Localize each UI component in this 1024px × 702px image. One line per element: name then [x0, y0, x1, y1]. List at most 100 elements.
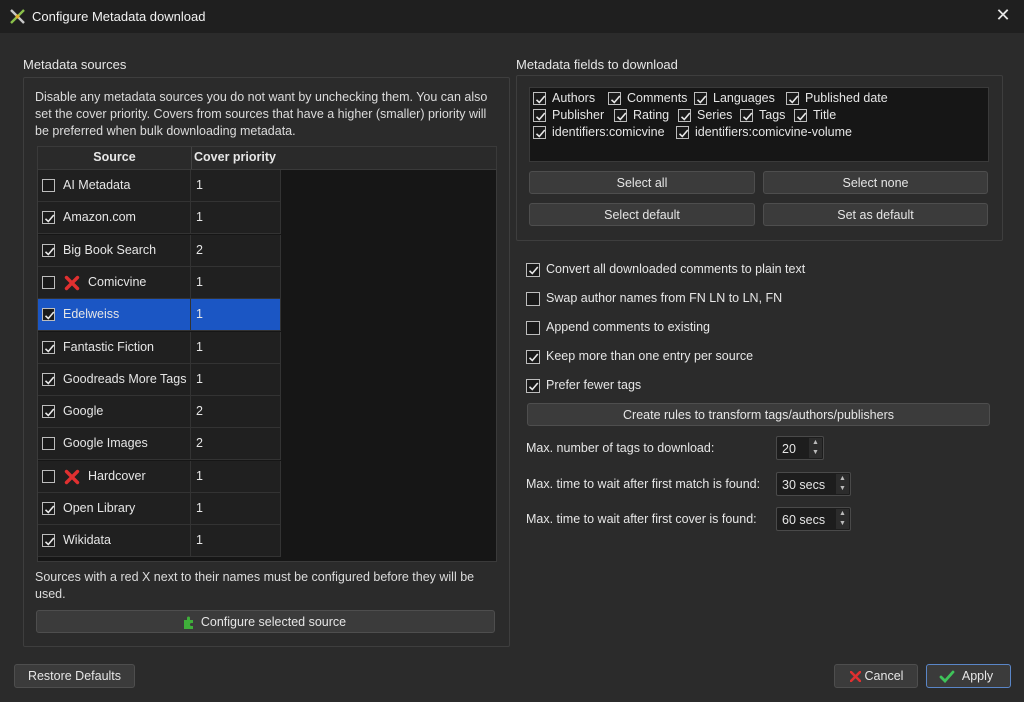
table-row[interactable]: Hardcover 1: [38, 460, 281, 493]
table-row[interactable]: Google 2: [38, 396, 281, 429]
source-cell[interactable]: Edelweiss: [38, 299, 191, 332]
source-checkbox[interactable]: [42, 275, 55, 289]
priority-cell[interactable]: 1: [191, 460, 281, 493]
set-as-default-button[interactable]: Set as default: [763, 203, 988, 226]
option-checkbox[interactable]: [526, 379, 540, 393]
configure-source-button[interactable]: Configure selected source: [36, 610, 495, 633]
priority-cell[interactable]: 1: [191, 299, 281, 332]
priority-cell[interactable]: 1: [191, 493, 281, 525]
source-cell[interactable]: Google: [38, 396, 191, 429]
source-checkbox[interactable]: [42, 308, 55, 322]
field-label: Series: [697, 108, 733, 122]
create-rules-button[interactable]: Create rules to transform tags/authors/p…: [527, 403, 990, 426]
sources-note: Sources with a red X next to their names…: [35, 570, 475, 601]
source-cell[interactable]: Wikidata: [38, 525, 191, 558]
priority-cell[interactable]: 1: [191, 202, 281, 235]
field-checkbox[interactable]: [678, 109, 691, 122]
source-checkbox[interactable]: [42, 211, 55, 225]
option-label: Append comments to existing: [546, 320, 710, 334]
spin-up-arrow-icon[interactable]: ▲: [836, 509, 849, 519]
checkmark-icon: [44, 247, 55, 256]
field-checkbox[interactable]: [694, 92, 707, 105]
column-header-source[interactable]: Source: [38, 150, 191, 164]
apply-button[interactable]: Apply: [926, 664, 1011, 688]
table-row[interactable]: AI Metadata 1: [38, 170, 281, 202]
spin-down-arrow-icon[interactable]: ▼: [836, 484, 849, 494]
cover-priority-value: 2: [196, 404, 203, 419]
cancel-button[interactable]: Cancel: [834, 664, 918, 688]
priority-cell[interactable]: 2: [191, 428, 281, 461]
source-checkbox[interactable]: [42, 405, 55, 419]
source-cell[interactable]: Open Library: [38, 493, 191, 525]
table-row[interactable]: Open Library 1: [38, 493, 281, 525]
source-cell[interactable]: Google Images: [38, 428, 191, 461]
max-wait-match-value: 30 secs: [782, 478, 826, 492]
max-wait-match-spinbox[interactable]: 30 secs ▲ ▼: [776, 472, 851, 496]
source-checkbox[interactable]: [42, 243, 55, 257]
field-checkbox[interactable]: [740, 109, 753, 122]
option-checkbox[interactable]: [526, 321, 540, 335]
table-row[interactable]: Edelweiss 1: [38, 299, 281, 332]
table-row[interactable]: Big Book Search 2: [38, 234, 281, 267]
select-default-button[interactable]: Select default: [529, 203, 755, 226]
source-checkbox[interactable]: [42, 534, 55, 548]
table-row[interactable]: Goodreads More Tags 1: [38, 363, 281, 396]
option-checkbox[interactable]: [526, 350, 540, 364]
cover-priority-value: 2: [196, 242, 203, 257]
field-checkbox[interactable]: [533, 92, 546, 105]
field-checkbox[interactable]: [786, 92, 799, 105]
close-icon[interactable]: ✕: [992, 5, 1014, 26]
source-cell[interactable]: Big Book Search: [38, 234, 191, 267]
max-wait-cover-label: Max. time to wait after first cover is f…: [526, 512, 757, 526]
field-label: Title: [813, 108, 837, 122]
source-checkbox[interactable]: [42, 179, 55, 192]
spin-up-arrow-icon[interactable]: ▲: [836, 474, 849, 484]
source-checkbox[interactable]: [42, 469, 55, 483]
source-cell[interactable]: Goodreads More Tags: [38, 363, 191, 396]
field-checkbox[interactable]: [533, 109, 546, 122]
source-cell[interactable]: Comicvine: [38, 266, 191, 299]
table-row[interactable]: Amazon.com 1: [38, 202, 281, 235]
checkmark-icon: [616, 112, 627, 121]
priority-cell[interactable]: 1: [191, 525, 281, 558]
source-cell[interactable]: AI Metadata: [38, 170, 191, 202]
select-all-button[interactable]: Select all: [529, 171, 755, 194]
field-checkbox[interactable]: [533, 126, 546, 139]
option-checkbox[interactable]: [526, 292, 540, 306]
max-wait-cover-spinbox[interactable]: 60 secs ▲ ▼: [776, 507, 851, 531]
source-checkbox[interactable]: [42, 340, 55, 354]
spin-down-arrow-icon[interactable]: ▼: [809, 448, 822, 458]
priority-cell[interactable]: 1: [191, 331, 281, 364]
table-row[interactable]: Fantastic Fiction 1: [38, 331, 281, 364]
priority-cell[interactable]: 2: [191, 234, 281, 267]
checkmark-icon: [44, 343, 55, 353]
source-cell[interactable]: Fantastic Fiction: [38, 331, 191, 364]
field-label: Languages: [713, 91, 775, 105]
field-checkbox[interactable]: [676, 126, 689, 139]
source-checkbox[interactable]: [42, 437, 55, 451]
source-checkbox[interactable]: [42, 372, 55, 386]
table-row[interactable]: Google Images 2: [38, 428, 281, 461]
spin-up-arrow-icon[interactable]: ▲: [809, 438, 822, 448]
field-checkbox[interactable]: [608, 92, 621, 105]
spin-down-arrow-icon[interactable]: ▼: [836, 519, 849, 529]
source-name: Comicvine: [88, 274, 147, 289]
table-row[interactable]: Comicvine 1: [38, 266, 281, 299]
priority-cell[interactable]: 2: [191, 396, 281, 429]
field-label: identifiers:comicvine: [552, 125, 665, 139]
source-cell[interactable]: Hardcover: [38, 460, 191, 493]
column-header-cover-priority[interactable]: Cover priority: [194, 150, 276, 164]
restore-defaults-button[interactable]: Restore Defaults: [14, 664, 135, 688]
select-none-button[interactable]: Select none: [763, 171, 988, 194]
table-row[interactable]: Wikidata 1: [38, 525, 281, 558]
field-checkbox[interactable]: [614, 109, 627, 122]
priority-cell[interactable]: 1: [191, 266, 281, 299]
source-cell[interactable]: Amazon.com: [38, 202, 191, 235]
option-checkbox[interactable]: [526, 263, 540, 277]
max-tags-spinbox[interactable]: 20 ▲ ▼: [776, 436, 824, 460]
title-bar: Configure Metadata download ✕: [0, 0, 1024, 33]
priority-cell[interactable]: 1: [191, 363, 281, 396]
priority-cell[interactable]: 1: [191, 170, 281, 202]
field-checkbox[interactable]: [794, 109, 807, 122]
source-checkbox[interactable]: [42, 502, 55, 515]
